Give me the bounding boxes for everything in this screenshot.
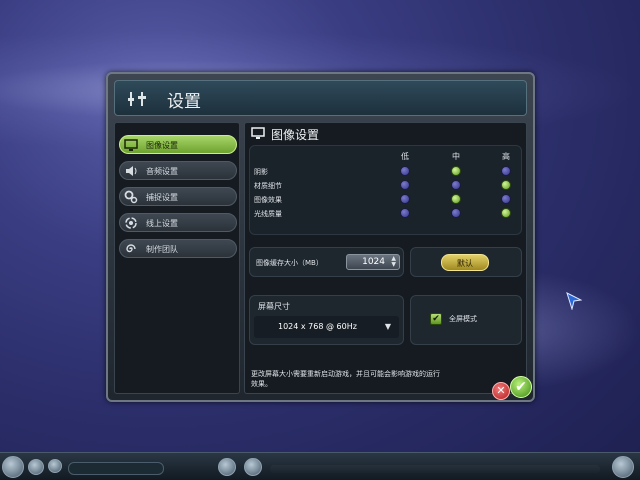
stepper-arrows-icon[interactable]: ▲ ▼ — [391, 256, 396, 268]
cache-size-stepper[interactable]: 1024 ▲ ▼ — [346, 254, 400, 270]
speaker-icon — [126, 166, 137, 176]
row-label-effects: 图像效果 — [254, 196, 282, 204]
radio-lighting-medium[interactable] — [451, 208, 461, 218]
screen-size-group: 屏幕尺寸 1024 x 768 @ 60Hz ▼ — [249, 295, 404, 345]
radio-texture-high[interactable] — [501, 180, 511, 190]
column-medium: 中 — [452, 152, 460, 161]
fullscreen-group: ✔ 全屏模式 — [410, 295, 522, 345]
settings-window: 设置 图像设置 音频设置 捕捉设置 线上设置 制作团队 图像设置 低 中 高 阴… — [106, 72, 535, 402]
quality-table: 低 中 高 阴影 材质细节 图像效果 光线质量 — [249, 145, 522, 235]
fullscreen-checkbox[interactable]: ✔ — [430, 313, 442, 325]
screen-size-label: 屏幕尺寸 — [258, 302, 290, 311]
column-low: 低 — [401, 152, 409, 161]
spiral-icon — [126, 244, 136, 253]
radio-lighting-high[interactable] — [501, 208, 511, 218]
mouse-cursor-icon — [566, 292, 582, 310]
sidebar-item-online[interactable]: 线上设置 — [119, 213, 237, 232]
monitor-icon — [251, 127, 265, 139]
confirm-button[interactable]: ✔ — [510, 376, 532, 398]
cancel-button[interactable]: ✕ — [492, 382, 510, 400]
cache-size-label: 图像缓存大小（MB） — [256, 259, 323, 267]
sidebar-item-capture[interactable]: 捕捉设置 — [119, 187, 237, 206]
restart-note: 更改屏幕大小需要重新启动游戏，并且可能会影响游戏的运行效果。 — [251, 370, 440, 388]
graphics-settings-panel: 图像设置 低 中 高 阴影 材质细节 图像效果 光线质量 图像缓存大小（MB） — [244, 122, 527, 394]
status-field — [68, 462, 164, 475]
radio-shadows-low[interactable] — [400, 166, 410, 176]
spiral-orb-icon[interactable] — [218, 458, 236, 476]
radio-effects-medium[interactable] — [451, 194, 461, 204]
sidebar-item-label: 图像设置 — [146, 141, 178, 150]
radio-shadows-high[interactable] — [501, 166, 511, 176]
resolution-select[interactable]: 1024 x 768 @ 60Hz ▼ — [254, 316, 399, 338]
taskbar-strip — [270, 465, 600, 473]
cache-size-value: 1024 — [362, 257, 385, 267]
tiny-orb-icon[interactable] — [48, 459, 62, 473]
resolution-value: 1024 x 768 @ 60Hz — [278, 322, 357, 331]
settings-plug-icon — [128, 92, 146, 106]
small-orb-icon[interactable] — [28, 459, 44, 475]
sidebar-item-label: 捕捉设置 — [146, 193, 178, 202]
radio-lighting-low[interactable] — [400, 208, 410, 218]
sidebar-item-label: 制作团队 — [146, 245, 178, 254]
title-bar: 设置 — [114, 80, 527, 116]
fullscreen-label: 全屏模式 — [449, 315, 477, 323]
gears-icon — [124, 190, 138, 204]
row-label-texture: 材质细节 — [254, 182, 282, 190]
radio-shadows-medium[interactable] — [451, 166, 461, 176]
row-label-shadows: 阴影 — [254, 168, 268, 176]
sidebar-item-label: 线上设置 — [146, 219, 178, 228]
default-group: 默认 — [410, 247, 522, 277]
row-label-lighting: 光线质量 — [254, 210, 282, 218]
sidebar-item-graphics[interactable]: 图像设置 — [119, 135, 237, 154]
globe-orb-icon[interactable] — [244, 458, 262, 476]
monitor-icon — [124, 139, 138, 151]
radio-effects-high[interactable] — [501, 194, 511, 204]
galaxy-orb-icon[interactable] — [2, 456, 24, 478]
cache-size-group: 图像缓存大小（MB） 1024 ▲ ▼ — [249, 247, 404, 277]
dropdown-arrow-icon[interactable]: ▼ — [385, 322, 391, 331]
globe-arrows-icon — [125, 217, 137, 229]
radio-texture-low[interactable] — [400, 180, 410, 190]
bottom-taskbar — [0, 452, 640, 480]
section-title: 图像设置 — [271, 128, 320, 142]
spore-logo-icon[interactable] — [612, 456, 634, 478]
window-title: 设置 — [167, 92, 201, 112]
sidebar: 图像设置 音频设置 捕捉设置 线上设置 制作团队 — [114, 122, 240, 394]
column-high: 高 — [502, 152, 510, 161]
default-button[interactable]: 默认 — [441, 254, 489, 271]
sidebar-item-label: 音频设置 — [146, 167, 178, 176]
radio-texture-medium[interactable] — [451, 180, 461, 190]
radio-effects-low[interactable] — [400, 194, 410, 204]
sidebar-item-credits[interactable]: 制作团队 — [119, 239, 237, 258]
sidebar-item-audio[interactable]: 音频设置 — [119, 161, 237, 180]
